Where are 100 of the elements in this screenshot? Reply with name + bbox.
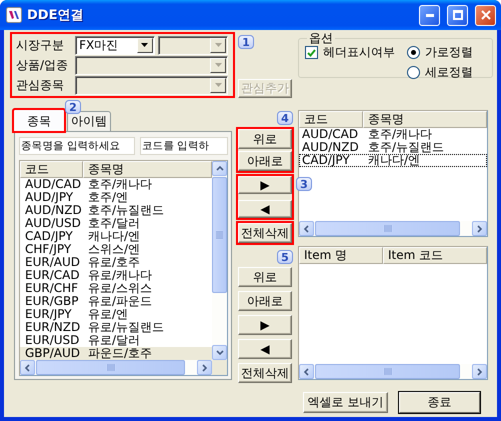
- table-cell-text: AUD/CAD: [24, 178, 82, 191]
- chevron-right-icon: [476, 368, 484, 376]
- tab[interactable]: 종목: [12, 108, 66, 133]
- chevron-left-icon: [302, 368, 310, 376]
- table-cell-text: EUR/CHF: [24, 282, 80, 295]
- close-icon: [480, 10, 490, 20]
- caret-down-icon: [214, 63, 222, 67]
- minimize-icon: [426, 14, 434, 16]
- checkbox-label: 헤더표시여부: [323, 44, 395, 61]
- scroll-right-button[interactable]: [472, 221, 487, 236]
- callout-number: 3: [296, 177, 312, 191]
- list-action-button[interactable]: ▶: [238, 315, 292, 335]
- radio-button[interactable]: [407, 66, 420, 79]
- list-action-button[interactable]: ◀: [238, 339, 292, 359]
- scroll-right-button[interactable]: [472, 364, 487, 379]
- column-header[interactable]: 종목명: [83, 161, 212, 178]
- scroll-left-button[interactable]: [299, 364, 314, 379]
- app-icon: [6, 7, 22, 23]
- list-row[interactable]: AUD/CAD 호주/캐나다: [299, 128, 487, 141]
- search-field[interactable]: 코드를 입력하: [140, 137, 228, 155]
- list-action-button[interactable]: 위로: [238, 129, 292, 149]
- scroll-left-button[interactable]: [20, 360, 35, 375]
- list-row[interactable]: EUR/CHF 유로/스위스: [20, 282, 212, 295]
- column-header[interactable]: 코드: [299, 111, 363, 128]
- maximize-icon: [452, 10, 462, 20]
- list-action-button[interactable]: 전체삭제: [238, 223, 292, 243]
- list-action-button[interactable]: ▶: [238, 176, 292, 194]
- list-row[interactable]: EUR/USD 유로/달러: [20, 334, 212, 347]
- table-cell-text: 유로/스위스: [87, 282, 154, 295]
- table-cell-text: 유로/달러: [87, 334, 142, 347]
- table-cell-text: 유로/캐나다: [87, 269, 154, 282]
- list-row[interactable]: GBP/AUD 파운드/호주: [20, 347, 212, 360]
- export-button[interactable]: 엑셀로 보내기: [303, 392, 388, 413]
- grip-icon: [384, 225, 392, 232]
- table-cell-text: 캐나다/엔: [87, 230, 142, 243]
- table-cell-text: EUR/CAD: [24, 269, 81, 282]
- table-cell-text: 호주/캐나다: [87, 178, 154, 191]
- tab[interactable]: 아이템: [67, 111, 111, 131]
- scrollbar-thumb[interactable]: [36, 360, 185, 375]
- list-action-button[interactable]: 전체삭제: [238, 363, 292, 383]
- checkbox[interactable]: [305, 46, 318, 59]
- scroll-right-button[interactable]: [197, 360, 212, 375]
- table-cell-text: 파운드/호주: [87, 347, 154, 360]
- chevron-up-icon: [216, 164, 224, 172]
- radio-button[interactable]: [407, 46, 420, 59]
- column-header[interactable]: Item 명: [299, 247, 383, 264]
- column-header[interactable]: 종목명: [363, 111, 487, 128]
- list-action-button[interactable]: 아래로: [238, 291, 292, 311]
- minimize-button[interactable]: [419, 4, 440, 26]
- column-header[interactable]: Item 코드: [383, 247, 487, 264]
- caret-down-icon: [141, 43, 148, 47]
- table-cell-text: CHF/JPY: [24, 243, 72, 256]
- search-field[interactable]: 종목명을 입력하세요: [19, 137, 135, 155]
- radio-label: 세로정렬: [425, 64, 473, 81]
- table-cell-text: AUD/USD: [24, 217, 82, 230]
- list-action-button[interactable]: 아래로: [238, 151, 292, 171]
- maximize-button[interactable]: [447, 4, 468, 26]
- list-row[interactable]: CAD/JPY 캐나다/엔: [299, 154, 487, 167]
- list-row[interactable]: AUD/NZD 호주/뉴질랜드: [299, 141, 487, 154]
- callout-number: 5: [277, 250, 293, 264]
- scrollbar-thumb[interactable]: [315, 221, 460, 236]
- scrollbar-thumb[interactable]: [315, 364, 460, 379]
- list-action-button[interactable]: ◀: [238, 200, 292, 218]
- grip-icon: [216, 231, 223, 239]
- list-row[interactable]: EUR/CAD 유로/캐나다: [20, 269, 212, 282]
- window-title: DDE연결: [27, 7, 84, 24]
- table-cell-text: 호주/캐나다: [367, 128, 434, 141]
- grip-icon: [384, 368, 392, 375]
- table-cell-text: EUR/USD: [24, 334, 80, 347]
- chevron-right-icon: [200, 364, 208, 372]
- column-header[interactable]: 코드: [20, 161, 83, 178]
- close-button[interactable]: [475, 4, 496, 26]
- list-row[interactable]: AUD/CAD 호주/캐나다: [20, 178, 212, 191]
- table-cell-text: 유로/호주: [87, 256, 142, 269]
- scroll-left-button[interactable]: [299, 221, 314, 236]
- field-label: 시장구분: [15, 36, 65, 54]
- list-row[interactable]: CAD/JPY 캐나다/엔: [20, 230, 212, 243]
- scroll-down-button[interactable]: [212, 345, 227, 360]
- list-action-button[interactable]: 위로: [238, 267, 292, 287]
- table-cell-text: EUR/NZD: [24, 321, 82, 334]
- table-cell-text: AUD/NZD: [301, 141, 360, 154]
- list-row[interactable]: AUD/JPY 호주/엔: [20, 191, 212, 204]
- list-row[interactable]: EUR/JPY 유로/엔: [20, 308, 212, 321]
- list-row[interactable]: AUD/USD 호주/달러: [20, 217, 212, 230]
- list-row[interactable]: CHF/JPY 스위스/엔: [20, 243, 212, 256]
- table-cell-text: CAD/JPY: [301, 154, 351, 167]
- table-cell-text: 유로/엔: [87, 308, 130, 321]
- close-dialog-button[interactable]: 종료: [399, 392, 480, 413]
- list-row[interactable]: EUR/AUD 유로/호주: [20, 256, 212, 269]
- grip-icon: [106, 364, 114, 371]
- list-row[interactable]: AUD/NZD 호주/뉴질랜드: [20, 204, 212, 217]
- radio-label: 가로정렬: [425, 44, 473, 61]
- list-row[interactable]: EUR/NZD 유로/뉴질랜드: [20, 321, 212, 334]
- table-cell-text: 스위스/엔: [87, 243, 142, 256]
- dropdown[interactable]: FX마진: [75, 36, 155, 54]
- table-cell-text: CAD/JPY: [24, 230, 74, 243]
- scrollbar-thumb[interactable]: [212, 177, 227, 293]
- list-row[interactable]: EUR/GBP 유로/파운드: [20, 295, 212, 308]
- scroll-up-button[interactable]: [212, 161, 227, 176]
- table-cell-text: EUR/AUD: [24, 256, 81, 269]
